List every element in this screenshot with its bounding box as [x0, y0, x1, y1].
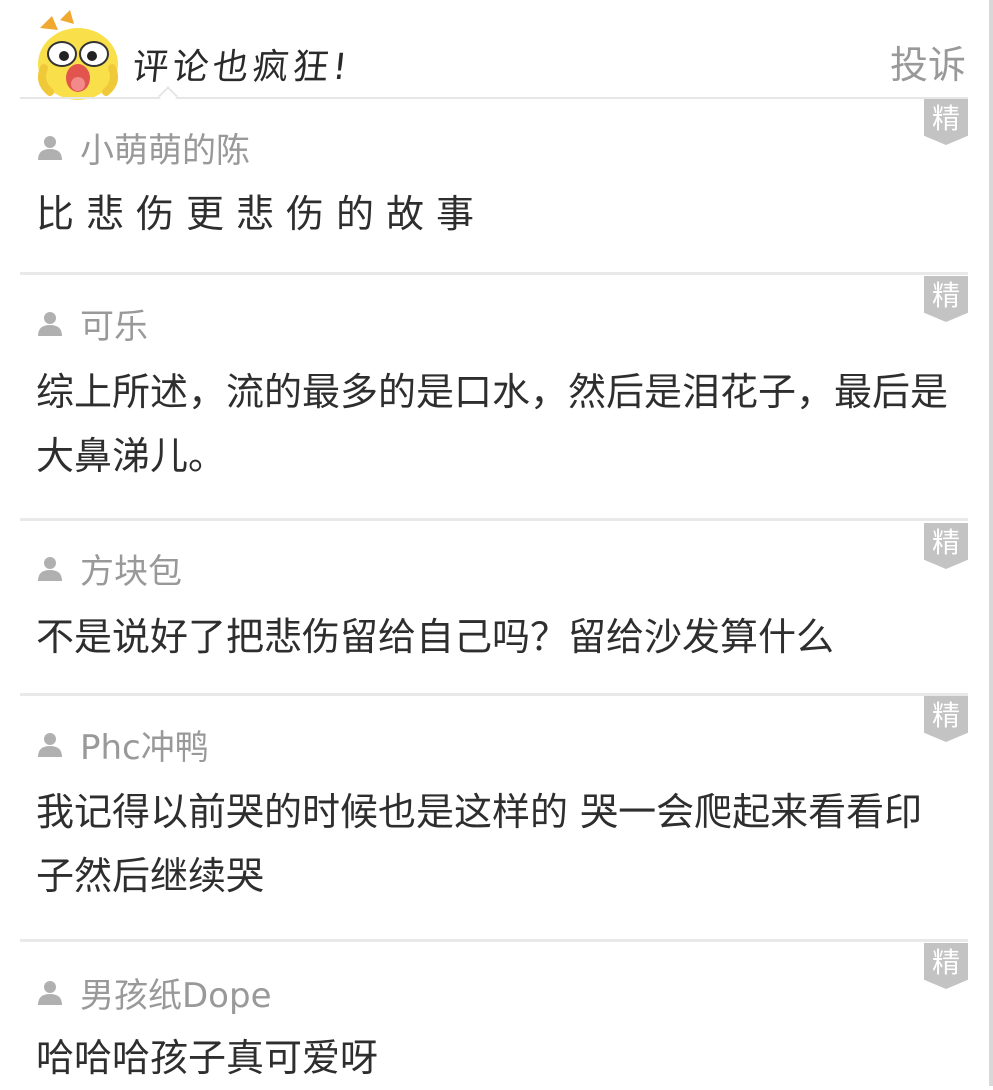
user-icon: [38, 312, 62, 336]
comment-text: 我记得以前哭的时候也是这样的 哭一会爬起来看看印子然后继续哭: [36, 790, 923, 898]
comment-item: 精 男孩纸Dope 哈哈哈孩子真可爱呀: [20, 943, 968, 1086]
comment-user-row: 男孩纸Dope: [36, 971, 271, 1016]
comment-text: 综上所述，流的最多的是口水，然后是泪花子，最后是大鼻涕儿。: [36, 370, 949, 478]
comment-user-row: Phc冲鸭: [36, 723, 209, 768]
user-icon: [38, 733, 62, 757]
featured-badge: 精: [924, 99, 968, 145]
scroll-edge: [989, 0, 993, 1086]
featured-badge: 精: [924, 523, 968, 569]
comment-user-row: 方块包: [36, 547, 182, 592]
comment-item: 精 小萌萌的陈 比悲伤更悲伤的故事: [20, 99, 968, 275]
header-title: 评论也疯狂!: [130, 47, 354, 88]
featured-badge: 精: [924, 943, 968, 989]
comment-username[interactable]: 可乐: [80, 299, 148, 348]
comment-item: 精 Phc冲鸭 我记得以前哭的时候也是这样的 哭一会爬起来看看印子然后继续哭: [20, 696, 968, 942]
comment-text: 哈哈哈孩子真可爱呀: [36, 1036, 379, 1080]
comment-username[interactable]: Phc冲鸭: [80, 720, 209, 769]
comment-divider: [20, 939, 968, 942]
report-button[interactable]: 投诉: [890, 34, 966, 89]
comment-user-row: 小萌萌的陈: [36, 126, 250, 171]
user-icon: [38, 981, 62, 1005]
featured-badge: 精: [924, 696, 968, 742]
comment-text: 不是说好了把悲伤留给自己吗？留给沙发算什么: [36, 615, 835, 659]
comment-username[interactable]: 方块包: [80, 544, 182, 593]
user-icon: [38, 557, 62, 581]
comment-divider: [20, 272, 968, 275]
comment-item: 精 可乐 综上所述，流的最多的是口水，然后是泪花子，最后是大鼻涕儿。: [20, 276, 968, 522]
comment-username[interactable]: 男孩纸Dope: [80, 968, 271, 1017]
comment-text: 比悲伤更悲伤的故事: [36, 192, 487, 236]
mascot-chick-icon: [38, 10, 118, 100]
comment-item: 精 方块包 不是说好了把悲伤留给自己吗？留给沙发算什么: [20, 521, 968, 697]
comment-username[interactable]: 小萌萌的陈: [80, 123, 250, 172]
featured-badge: 精: [924, 276, 968, 322]
user-icon: [38, 136, 62, 160]
comment-user-row: 可乐: [36, 302, 148, 347]
comments-header: 评论也疯狂! 投诉: [0, 0, 993, 106]
